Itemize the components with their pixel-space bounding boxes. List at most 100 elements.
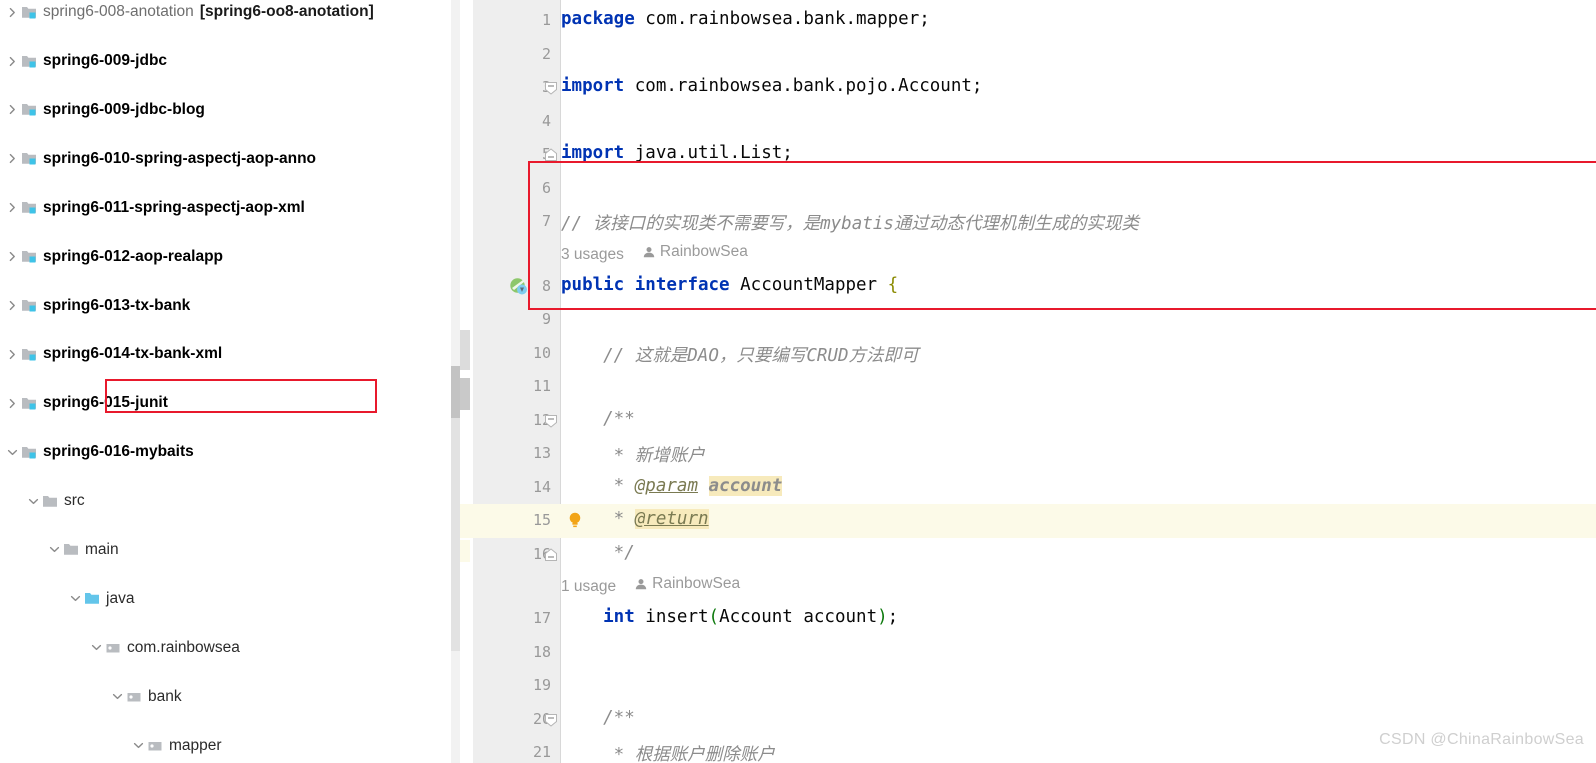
code-line[interactable]: 14 * @param account xyxy=(460,471,1596,505)
usage-count[interactable]: 3 usages xyxy=(561,246,624,263)
vcs-author[interactable]: RainbowSea xyxy=(642,243,748,261)
fold-close-icon[interactable] xyxy=(544,148,558,162)
code-line[interactable]: 9 xyxy=(460,303,1596,337)
usage-hint[interactable]: 3 usages RainbowSea xyxy=(561,243,748,264)
line-number: 10 xyxy=(532,343,551,362)
chevron-down-icon[interactable] xyxy=(4,447,20,458)
line-number: 16 xyxy=(532,544,551,563)
line-number: 4 xyxy=(541,111,551,130)
fold-close-icon[interactable] xyxy=(544,547,558,562)
module-folder-icon xyxy=(20,151,38,167)
code-line[interactable]: 15 * @return xyxy=(460,504,1596,538)
code-line[interactable]: 10 // 这就是DAO，只要编写CRUD方法即可 xyxy=(460,337,1596,371)
chevron-down-icon[interactable] xyxy=(88,642,104,653)
project-tool-window[interactable]: spring6-008-anotation [spring6-oo8-anotat… xyxy=(0,0,460,763)
ide-window: spring6-008-anotation [spring6-oo8-anotat… xyxy=(0,0,1596,763)
tree-item-spring6-015-junit[interactable]: spring6-015-junit xyxy=(0,391,460,415)
editor-pane[interactable]: 1 package com.rainbowsea.bank.mapper; 2 3 im… xyxy=(460,0,1596,763)
code-text: // 该接口的实现类不需要写，是mybatis通过动态代理机制生成的实现类 xyxy=(561,214,1139,234)
project-tree[interactable]: spring6-008-anotation [spring6-oo8-anotat… xyxy=(0,0,460,758)
tree-item-label: main xyxy=(85,540,119,558)
tree-item-mapper[interactable]: mapper xyxy=(0,733,460,757)
tree-item-java[interactable]: java xyxy=(0,587,460,611)
line-number: 6 xyxy=(541,178,551,197)
code-line[interactable]: 4 xyxy=(460,105,1596,139)
chevron-right-icon[interactable] xyxy=(4,349,20,360)
fold-open-icon[interactable] xyxy=(544,81,558,95)
inlay-hint-row: 3 usages RainbowSea xyxy=(460,239,1596,270)
tree-item-label: spring6-013-tx-bank xyxy=(43,296,191,314)
chevron-right-icon[interactable] xyxy=(4,153,20,164)
code-line[interactable]: 6 xyxy=(460,172,1596,206)
tree-item-com-rainbowsea[interactable]: com.rainbowsea xyxy=(0,636,460,660)
code-line[interactable]: 13 * 新增账户 xyxy=(460,437,1596,471)
chevron-down-icon[interactable] xyxy=(25,496,41,507)
tree-item-spring6-016-mybaits[interactable]: spring6-016-mybaits xyxy=(0,440,460,464)
code-text: /** xyxy=(561,408,635,429)
fold-open-icon[interactable] xyxy=(544,414,558,428)
chevron-down-icon[interactable] xyxy=(130,740,146,751)
tree-item-spring6-009-jdbc-blog[interactable]: spring6-009-jdbc-blog xyxy=(0,98,460,122)
tree-item-bank[interactable]: bank xyxy=(0,684,460,708)
folder-icon xyxy=(41,493,59,509)
chevron-right-icon[interactable] xyxy=(4,251,20,262)
code-line[interactable]: 8 public interface AccountMapper { xyxy=(460,270,1596,304)
tree-item-main[interactable]: main xyxy=(0,538,460,562)
chevron-right-icon[interactable] xyxy=(4,56,20,67)
code-line[interactable]: 18 xyxy=(460,636,1596,670)
module-folder-icon xyxy=(20,444,38,460)
sidebar-scrollbar-thumb-active[interactable] xyxy=(451,366,460,418)
tree-item-suffix: [spring6-oo8-anotation] xyxy=(199,3,374,21)
usage-count[interactable]: 1 usage xyxy=(561,578,616,595)
chevron-down-icon[interactable] xyxy=(109,691,125,702)
line-number: 17 xyxy=(532,609,551,627)
code-line[interactable]: 19 xyxy=(460,669,1596,703)
tree-item-spring6-009-jdbc[interactable]: spring6-009-jdbc xyxy=(0,49,460,73)
tree-item-spring6-011-spring-aspectj-aop-xml[interactable]: spring6-011-spring-aspectj-aop-xml xyxy=(0,196,460,220)
usage-hint[interactable]: 1 usage RainbowSea xyxy=(561,575,740,596)
mybatis-navigate-icon[interactable] xyxy=(508,276,530,298)
chevron-right-icon[interactable] xyxy=(4,104,20,115)
tree-item-label: spring6-011-spring-aspectj-aop-xml xyxy=(43,198,305,216)
line-number: 13 xyxy=(532,444,551,462)
code-text: public interface AccountMapper { xyxy=(561,274,899,295)
code-text: */ xyxy=(561,542,635,563)
chevron-down-icon[interactable] xyxy=(67,593,83,604)
tree-item-src[interactable]: src xyxy=(0,489,460,513)
code-line[interactable]: 3 import com.rainbowsea.bank.pojo.Account… xyxy=(460,71,1596,105)
code-line[interactable]: 7 // 该接口的实现类不需要写，是mybatis通过动态代理机制生成的实现类 xyxy=(460,205,1596,239)
tree-item-label: spring6-009-jdbc xyxy=(43,52,168,70)
code-line[interactable]: 12 /** xyxy=(460,404,1596,438)
line-number: 3 xyxy=(473,78,551,96)
tree-item-label: spring6-009-jdbc-blog xyxy=(43,100,205,118)
line-number: 12 xyxy=(532,410,551,429)
code-text: * @param account xyxy=(561,475,783,496)
tree-item-spring6-010-spring-aspectj-aop-anno[interactable]: spring6-010-spring-aspectj-aop-anno xyxy=(0,147,460,171)
code-line[interactable]: 16 */ xyxy=(460,538,1596,572)
tree-item-spring6-013-tx-bank[interactable]: spring6-013-tx-bank xyxy=(0,293,460,317)
tree-item-label: spring6-008-anotation xyxy=(43,3,194,21)
module-folder-icon xyxy=(20,53,38,69)
chevron-right-icon[interactable] xyxy=(4,202,20,213)
line-number: 5 xyxy=(473,145,551,163)
code-text: int insert(Account account); xyxy=(561,607,899,627)
tree-item-spring6-008-anotation[interactable]: spring6-008-anotation [spring6-oo8-anotat… xyxy=(0,0,460,24)
line-number: 14 xyxy=(532,477,551,496)
chevron-right-icon[interactable] xyxy=(4,398,20,409)
fold-open-icon[interactable] xyxy=(544,713,558,727)
chevron-down-icon[interactable] xyxy=(46,544,62,555)
chevron-right-icon[interactable] xyxy=(4,300,20,311)
vcs-author[interactable]: RainbowSea xyxy=(634,575,740,593)
code-line[interactable]: 2 xyxy=(460,38,1596,72)
code-line[interactable]: 1 package com.rainbowsea.bank.mapper; xyxy=(460,4,1596,38)
tree-item-spring6-014-tx-bank-xml[interactable]: spring6-014-tx-bank-xml xyxy=(0,342,460,366)
inlay-hint-row: 1 usage RainbowSea xyxy=(460,571,1596,602)
code-text: import java.util.List; xyxy=(561,143,793,163)
tree-item-spring6-012-aop-realapp[interactable]: spring6-012-aop-realapp xyxy=(0,244,460,268)
code-line[interactable]: 17 int insert(Account account); xyxy=(460,602,1596,636)
chevron-right-icon[interactable] xyxy=(4,7,20,18)
line-number: 19 xyxy=(532,676,551,694)
code-line[interactable]: 5 import java.util.List; xyxy=(460,138,1596,172)
line-number: 11 xyxy=(532,377,551,395)
code-line[interactable]: 11 xyxy=(460,370,1596,404)
